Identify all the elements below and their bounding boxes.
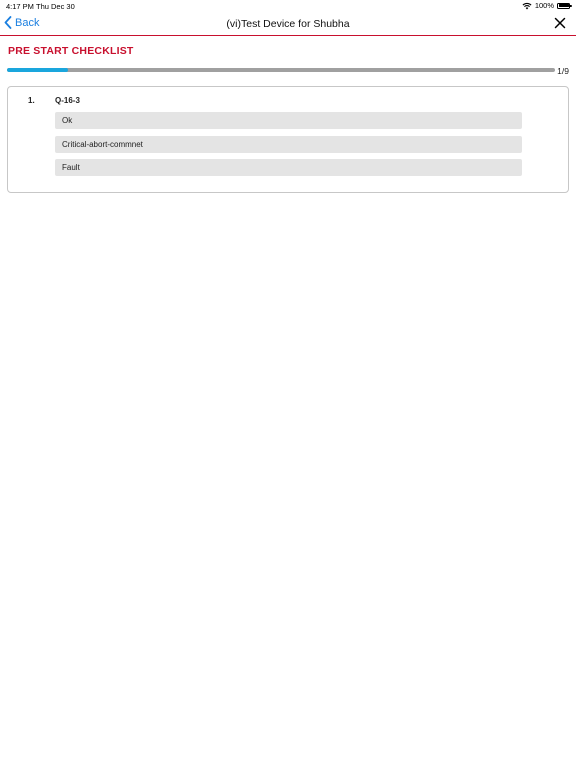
checklist-title: PRE START CHECKLIST	[8, 45, 134, 57]
option-ok[interactable]: Ok	[55, 112, 522, 129]
question-text: Q-16-3	[55, 96, 80, 105]
page-title: (vi)Test Device for Shubha	[226, 18, 350, 30]
status-bar: 4:17 PM Thu Dec 30 100%	[0, 0, 576, 12]
progress-bar	[7, 68, 555, 72]
battery-icon	[557, 2, 572, 9]
wifi-icon	[522, 2, 532, 9]
option-fault[interactable]: Fault	[55, 159, 522, 176]
option-critical-abort[interactable]: Critical-abort-commnet	[55, 136, 522, 153]
status-date: Thu Dec 30	[36, 2, 75, 11]
close-icon[interactable]	[554, 17, 566, 29]
status-right: 100%	[522, 1, 572, 10]
question-card: 1. Q-16-3 Ok Critical-abort-commnet Faul…	[7, 86, 569, 193]
battery-percent: 100%	[534, 1, 554, 10]
status-time: 4:17 PM	[6, 2, 34, 11]
nav-bar: Back (vi)Test Device for Shubha	[0, 12, 576, 36]
question-number: 1.	[28, 96, 35, 105]
progress-count: 1/9	[557, 66, 569, 76]
progress-fill	[7, 68, 68, 72]
